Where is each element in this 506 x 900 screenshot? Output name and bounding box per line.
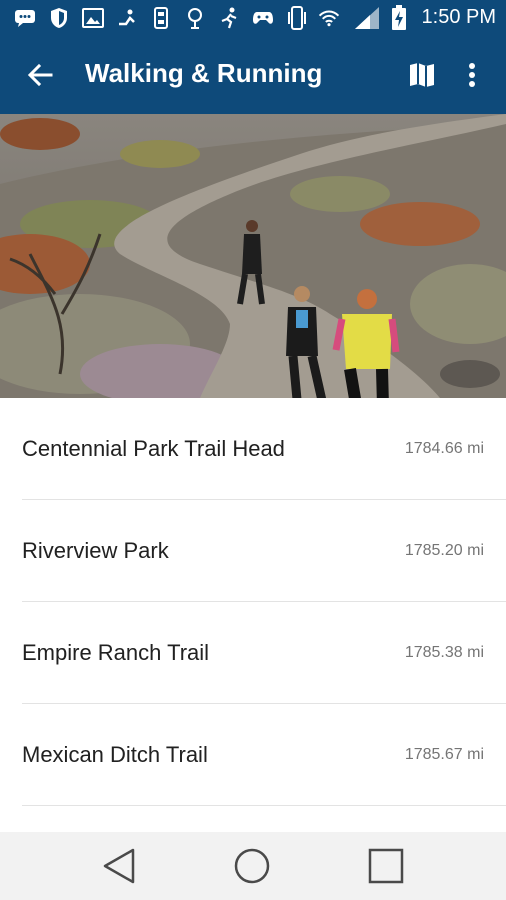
nav-recents-icon xyxy=(368,848,404,884)
back-button[interactable] xyxy=(18,53,62,97)
vibrate-icon xyxy=(286,6,308,30)
running-icon xyxy=(116,7,138,29)
trail-name: Centennial Park Trail Head xyxy=(22,436,285,461)
gamepad-icon xyxy=(252,7,274,29)
tree-icon xyxy=(184,7,206,29)
status-time: 1:50 PM xyxy=(421,6,496,28)
nav-back-button[interactable] xyxy=(99,846,139,886)
arrow-back-icon xyxy=(27,63,53,87)
battery-charging-icon xyxy=(388,5,410,30)
hourglass-icon xyxy=(150,7,172,29)
hero-image xyxy=(0,114,506,398)
trail-list: Centennial Park Trail Head 1784.66 mi Ri… xyxy=(0,398,506,806)
trail-row-3[interactable]: Mexican Ditch Trail 1785.67 mi xyxy=(0,704,506,806)
shield-icon xyxy=(48,7,70,29)
trail-name: Riverview Park xyxy=(22,538,169,563)
wifi-icon xyxy=(318,7,340,29)
trail-name: Mexican Ditch Trail xyxy=(22,742,208,767)
trail-distance: 1785.38 mi xyxy=(404,644,484,661)
messages-icon xyxy=(14,7,36,29)
nav-home-button[interactable] xyxy=(232,846,272,886)
trail-row-1[interactable]: Riverview Park 1785.20 mi xyxy=(0,500,506,602)
gallery-icon xyxy=(82,7,104,29)
map-button[interactable] xyxy=(400,53,444,97)
trail-name: Empire Ranch Trail xyxy=(22,640,210,665)
system-nav-bar xyxy=(0,832,506,900)
nav-recents-button[interactable] xyxy=(366,846,406,886)
trail-distance: 1785.20 mi xyxy=(404,542,484,559)
trail-row-2[interactable]: Empire Ranch Trail 1785.38 mi xyxy=(0,602,506,704)
runner-icon xyxy=(218,7,240,29)
map-icon xyxy=(410,63,434,87)
divider xyxy=(22,805,506,806)
trail-distance: 1785.67 mi xyxy=(404,746,484,763)
status-bar: 1:50 PM xyxy=(0,0,506,36)
page-title: Walking & Running xyxy=(85,58,323,88)
trail-row-0[interactable]: Centennial Park Trail Head 1784.66 mi xyxy=(0,398,506,500)
more-options-button[interactable] xyxy=(450,53,494,97)
app-bar: Walking & Running xyxy=(0,36,506,114)
trail-distance: 1784.66 mi xyxy=(404,440,484,457)
nav-back-icon xyxy=(103,848,135,884)
more-vert-icon xyxy=(469,63,475,87)
signal-icon xyxy=(354,7,380,29)
nav-home-icon xyxy=(234,848,270,884)
